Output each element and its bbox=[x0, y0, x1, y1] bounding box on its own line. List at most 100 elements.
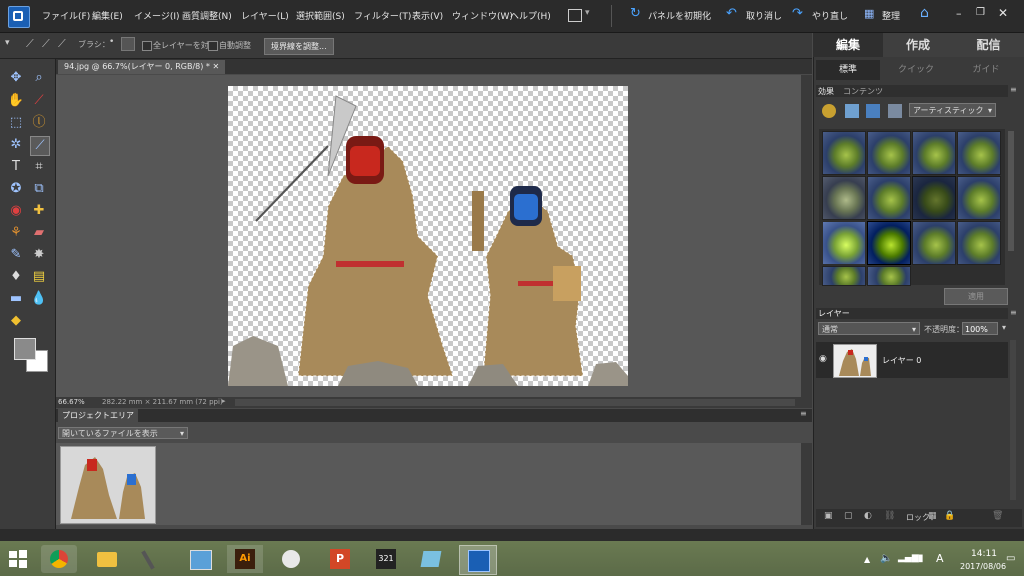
photo-effects-icon[interactable] bbox=[866, 104, 880, 118]
shape-tool-icon[interactable]: ▬ bbox=[7, 290, 25, 308]
menu-view[interactable]: 表示(V) bbox=[412, 9, 443, 22]
tool-preset-icon[interactable]: ▾ bbox=[5, 38, 10, 48]
tab-effects[interactable]: 効果 bbox=[818, 86, 834, 97]
menu-layer[interactable]: レイヤー(L) bbox=[241, 9, 289, 22]
tab-content[interactable]: コンテンツ bbox=[843, 86, 883, 97]
quick-selection-tool-icon[interactable]: ⟋ bbox=[30, 136, 50, 156]
move-tool-icon[interactable]: ✥ bbox=[7, 69, 25, 87]
zoom-level[interactable]: 66.67% bbox=[58, 398, 85, 406]
project-area-menu-icon[interactable]: ≡ bbox=[800, 409, 807, 418]
restore-icon[interactable]: ❐ bbox=[976, 7, 985, 18]
selection-add-icon[interactable]: ⟋ bbox=[42, 37, 50, 51]
tab-edit[interactable]: 編集 bbox=[813, 33, 883, 57]
effects-category-dropdown[interactable]: アーティスティック ▾ bbox=[909, 103, 996, 117]
adjustment-layer-icon[interactable]: ◐ bbox=[864, 511, 872, 521]
magic-wand-tool-icon[interactable]: ✲ bbox=[7, 136, 25, 154]
sponge-tool-icon[interactable]: ◆ bbox=[7, 312, 25, 330]
auto-enhance-checkbox[interactable] bbox=[208, 41, 218, 51]
paint-taskbar-button[interactable] bbox=[273, 545, 309, 573]
brush-dropdown-button[interactable] bbox=[121, 37, 135, 51]
layer-visibility-eye-icon[interactable]: ◉ bbox=[819, 354, 827, 364]
lock-all-icon[interactable]: 🔒 bbox=[944, 511, 955, 521]
layer-styles-icon[interactable] bbox=[845, 104, 859, 118]
project-area-title[interactable]: プロジェクトエリア bbox=[58, 409, 138, 422]
image-canvas[interactable] bbox=[228, 86, 628, 386]
lasso-tool-icon[interactable]: ⓛ bbox=[30, 114, 48, 132]
paint-bucket-tool-icon[interactable]: ♦ bbox=[7, 268, 25, 286]
effects-scrollbar[interactable] bbox=[1008, 131, 1014, 251]
blur-tool-icon[interactable]: 💧 bbox=[30, 290, 48, 308]
menu-edit[interactable]: 編集(E) bbox=[92, 9, 123, 22]
menu-select[interactable]: 選択範囲(S) bbox=[296, 9, 345, 22]
tray-expand-icon[interactable]: ▲ bbox=[864, 555, 870, 564]
effect-thumb[interactable] bbox=[867, 131, 911, 175]
project-filter-dropdown[interactable]: 開いているファイルを表示 ▾ bbox=[58, 427, 188, 439]
delete-layer-icon[interactable]: 🗑 bbox=[992, 511, 1003, 521]
tab-quick[interactable]: クイック bbox=[883, 60, 949, 80]
undo-icon[interactable]: ↶ bbox=[726, 6, 737, 21]
recompose-tool-icon[interactable]: ⧉ bbox=[30, 180, 48, 198]
menu-filter[interactable]: フィルター(T) bbox=[354, 9, 411, 22]
clone-stamp-tool-icon[interactable]: ⚘ bbox=[7, 224, 25, 242]
tab-create[interactable]: 作成 bbox=[883, 33, 953, 57]
zoom-tool-icon[interactable]: ⌕ bbox=[30, 69, 48, 87]
effect-thumb[interactable] bbox=[867, 176, 911, 220]
effect-thumb[interactable] bbox=[912, 176, 956, 220]
layers-scrollbar[interactable] bbox=[1010, 340, 1016, 500]
new-group-icon[interactable]: ▢ bbox=[844, 511, 853, 521]
tab-full[interactable]: 標準 bbox=[816, 60, 880, 80]
project-scrollbar[interactable] bbox=[801, 443, 812, 525]
redo-icon[interactable]: ↷ bbox=[792, 6, 803, 21]
undo-button[interactable]: 取り消し bbox=[746, 9, 782, 22]
file-thumbnail[interactable] bbox=[60, 446, 156, 524]
foreground-color-swatch-top[interactable] bbox=[14, 338, 36, 360]
all-layers-checkbox[interactable] bbox=[142, 41, 152, 51]
menu-file[interactable]: ファイル(F) bbox=[42, 9, 90, 22]
effect-thumb[interactable] bbox=[822, 221, 866, 265]
brush-tool-icon[interactable]: ✎ bbox=[7, 246, 25, 264]
app-taskbar-button[interactable] bbox=[134, 545, 170, 573]
menu-help[interactable]: ヘルプ(H) bbox=[510, 9, 551, 22]
app-logo-icon[interactable] bbox=[8, 6, 30, 28]
home-icon[interactable]: ⌂ bbox=[920, 5, 929, 21]
photoshop-elements-taskbar-button[interactable] bbox=[459, 545, 497, 575]
effect-thumb[interactable] bbox=[957, 221, 1001, 265]
minimize-icon[interactable]: – bbox=[956, 7, 962, 20]
status-menu-icon[interactable]: ▸ bbox=[222, 397, 226, 405]
healing-brush-tool-icon[interactable]: ✚ bbox=[30, 202, 48, 220]
tab-guided[interactable]: ガイド bbox=[953, 60, 1019, 80]
layout-chevron-icon[interactable]: ▾ bbox=[585, 8, 590, 18]
cookie-cutter-tool-icon[interactable]: ✪ bbox=[7, 180, 25, 198]
opacity-field[interactable]: 100% bbox=[962, 322, 998, 335]
selection-new-icon[interactable]: ⟋ bbox=[26, 37, 34, 51]
red-eye-tool-icon[interactable]: ◉ bbox=[7, 202, 25, 220]
reset-panels-icon[interactable]: ↻ bbox=[630, 6, 641, 21]
marquee-tool-icon[interactable]: ⬚ bbox=[7, 114, 25, 132]
close-tab-icon[interactable]: ✕ bbox=[212, 62, 219, 71]
apply-button[interactable]: 適用 bbox=[944, 288, 1008, 305]
document-tab[interactable]: 94.jpg @ 66.7%(レイヤー 0, RGB/8) * ✕ bbox=[58, 60, 226, 74]
link-icon[interactable]: ⛓ bbox=[884, 511, 895, 521]
start-button[interactable] bbox=[8, 549, 28, 569]
battery-icon[interactable]: ▮ bbox=[918, 553, 924, 564]
notes-taskbar-button[interactable] bbox=[413, 545, 449, 573]
type-tool-icon[interactable]: T bbox=[7, 158, 25, 176]
canvas-vertical-scrollbar[interactable] bbox=[801, 75, 812, 397]
clock-time[interactable]: 14:11 bbox=[971, 549, 997, 559]
effect-thumb[interactable] bbox=[867, 266, 911, 286]
clock-date[interactable]: 2017/08/06 bbox=[960, 562, 1006, 571]
redo-button[interactable]: やり直し bbox=[812, 9, 848, 22]
new-layer-icon[interactable]: ▣ bbox=[824, 511, 833, 521]
eyedropper-tool-icon[interactable]: ⟋ bbox=[30, 92, 48, 110]
effect-thumb[interactable] bbox=[912, 131, 956, 175]
remote-taskbar-button[interactable] bbox=[182, 545, 218, 573]
ime-indicator[interactable]: A bbox=[936, 552, 944, 565]
layers-panel-menu-icon[interactable]: ≡ bbox=[1010, 308, 1017, 317]
effects-panel-menu-icon[interactable]: ≡ bbox=[1010, 85, 1017, 94]
eraser-tool-icon[interactable]: ▰ bbox=[30, 224, 48, 242]
reset-panels-button[interactable]: パネルを初期化 bbox=[648, 9, 711, 22]
lock-transparency-icon[interactable]: ▦ bbox=[928, 511, 937, 521]
notification-icon[interactable]: ▭ bbox=[1006, 553, 1015, 564]
close-icon[interactable]: ✕ bbox=[998, 6, 1008, 20]
effect-thumb[interactable] bbox=[957, 131, 1001, 175]
